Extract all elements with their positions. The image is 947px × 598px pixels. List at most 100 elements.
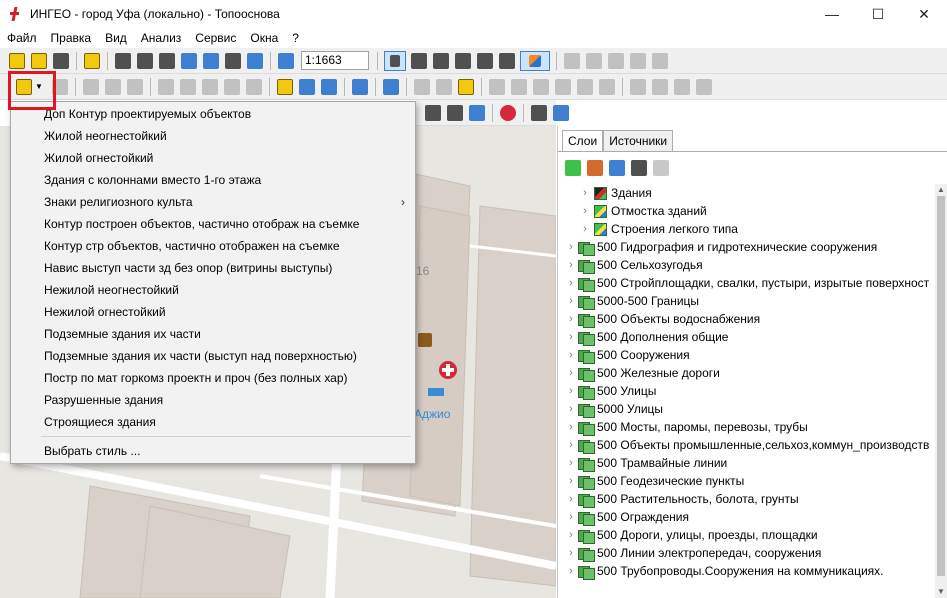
- expand-chevron-icon[interactable]: ›: [566, 565, 576, 577]
- expand-chevron-icon[interactable]: ›: [566, 439, 576, 451]
- layer-row[interactable]: › Отмостка зданий: [558, 202, 936, 220]
- arrows-icon[interactable]: [587, 160, 603, 176]
- expand-chevron-icon[interactable]: ›: [566, 547, 576, 559]
- properties-icon[interactable]: [320, 78, 337, 95]
- expand-chevron-icon[interactable]: ›: [566, 367, 576, 379]
- add-red-icon[interactable]: [500, 104, 516, 121]
- scroll-up-icon[interactable]: ▲: [935, 184, 947, 196]
- expand-chevron-icon[interactable]: ›: [566, 259, 576, 271]
- layer-row[interactable]: › 500 Растительность, болота, грунты: [558, 490, 936, 508]
- dropdown-item[interactable]: Здания с колоннами вместо 1-го этажа: [11, 169, 415, 191]
- hotel-bed-icon[interactable]: [428, 388, 444, 396]
- expand-chevron-icon[interactable]: ›: [566, 403, 576, 415]
- dropdown-item[interactable]: Жилой огнестойкий: [11, 147, 415, 169]
- expand-chevron-icon[interactable]: ›: [566, 385, 576, 397]
- undo-icon[interactable]: [351, 78, 368, 95]
- tab-sources[interactable]: Источники: [603, 130, 674, 152]
- pan-hand-icon[interactable]: [137, 52, 153, 69]
- dropdown-item[interactable]: Нежилой неогнестойкий: [11, 279, 415, 301]
- tab-layers[interactable]: Слои: [562, 130, 604, 152]
- expand-chevron-icon[interactable]: ›: [566, 529, 576, 541]
- dropdown-item[interactable]: Жилой неогнестойкий: [11, 125, 415, 147]
- layer-row[interactable]: › 500 Мосты, паромы, перевозы, трубы: [558, 418, 936, 436]
- dropdown-item[interactable]: Контур построен объектов, частично отобр…: [11, 213, 415, 235]
- menu-file[interactable]: Файл: [0, 31, 44, 45]
- help-icon[interactable]: [469, 104, 485, 121]
- north-arrow-icon[interactable]: [425, 104, 441, 121]
- expand-chevron-icon[interactable]: ›: [566, 331, 576, 343]
- dropdown-item[interactable]: Нежилой огнестойкий: [11, 301, 415, 323]
- style-dropdown-button[interactable]: [520, 50, 550, 71]
- dropdown-item[interactable]: Подземные здания их части: [11, 323, 415, 345]
- dropdown-item[interactable]: Навис выступ части зд без опор (витрины …: [11, 257, 415, 279]
- gear-icon[interactable]: [653, 160, 669, 176]
- dropdown-item[interactable]: Разрушенные здания: [11, 389, 415, 411]
- dropdown-item[interactable]: Строящиеся здания: [11, 411, 415, 433]
- layer-row[interactable]: › 500 Улицы: [558, 382, 936, 400]
- insert-object-icon[interactable]: [276, 78, 293, 95]
- help-cursor-icon[interactable]: [382, 78, 399, 95]
- copy-layer-icon[interactable]: [609, 160, 625, 176]
- menu-help[interactable]: ?: [285, 31, 306, 45]
- dropdown-item[interactable]: Доп Контур проектируемых объектов: [11, 103, 415, 125]
- expand-chevron-icon[interactable]: ›: [566, 493, 576, 505]
- layer-row[interactable]: › 500 Геодезические пункты: [558, 472, 936, 490]
- menu-edit[interactable]: Правка: [44, 31, 99, 45]
- menu-view[interactable]: Вид: [98, 31, 134, 45]
- layer-row[interactable]: › 500 Ограждения: [558, 508, 936, 526]
- layer-row[interactable]: › 500 Трубопроводы.Сооружения на коммуник…: [558, 562, 936, 580]
- table-icon[interactable]: [298, 78, 315, 95]
- open-folder-icon[interactable]: [9, 52, 25, 69]
- zoom-extent-icon[interactable]: [115, 52, 131, 69]
- dropdown-item-submenu[interactable]: Знаки религиозного культа ›: [11, 191, 415, 213]
- layer-row[interactable]: › 500 Сооружения: [558, 346, 936, 364]
- expand-chevron-icon[interactable]: ›: [566, 511, 576, 523]
- layers-icon[interactable]: [53, 52, 69, 69]
- book-shop-icon[interactable]: [418, 333, 432, 347]
- height-icon[interactable]: [447, 104, 463, 121]
- select-arrow-button[interactable]: [384, 50, 406, 71]
- expand-chevron-icon[interactable]: ›: [580, 187, 590, 199]
- zoom-out-icon[interactable]: [203, 52, 219, 69]
- expand-chevron-icon[interactable]: ›: [566, 421, 576, 433]
- layer-row[interactable]: › 5000 Улицы: [558, 400, 936, 418]
- menu-service[interactable]: Сервис: [188, 31, 243, 45]
- layer-settings-icon[interactable]: [565, 160, 581, 176]
- layer-row[interactable]: › 500 Железные дороги: [558, 364, 936, 382]
- layer-row[interactable]: › 5000-500 Границы: [558, 292, 936, 310]
- layer-row[interactable]: › 500 Линии электропередач, сооружения: [558, 544, 936, 562]
- scale-icon[interactable]: [278, 52, 294, 69]
- expand-chevron-icon[interactable]: ›: [566, 313, 576, 325]
- expand-chevron-icon[interactable]: ›: [566, 277, 576, 289]
- layer-row[interactable]: › 500 Объекты промышленные,сельхоз,коммун…: [558, 436, 936, 454]
- layer-row[interactable]: › 500 Дополнения общие: [558, 328, 936, 346]
- menu-windows[interactable]: Окна: [243, 31, 285, 45]
- vertical-scrollbar[interactable]: ▲ ▼: [935, 184, 947, 598]
- layer-row[interactable]: › 500 Сельхозугодья: [558, 256, 936, 274]
- scroll-down-icon[interactable]: ▼: [935, 586, 947, 598]
- select-style-item[interactable]: Выбрать стиль ...: [11, 440, 415, 462]
- expand-chevron-icon[interactable]: ›: [566, 457, 576, 469]
- expand-chevron-icon[interactable]: ›: [566, 295, 576, 307]
- expand-chevron-icon[interactable]: ›: [566, 475, 576, 487]
- menu-analysis[interactable]: Анализ: [134, 31, 189, 45]
- measure-icon[interactable]: [531, 104, 547, 121]
- expand-chevron-icon[interactable]: ›: [580, 223, 590, 235]
- object-yellow-icon[interactable]: [457, 78, 474, 95]
- expand-chevron-icon[interactable]: ›: [566, 241, 576, 253]
- layer-row[interactable]: › 500 Объекты водоснабжения: [558, 310, 936, 328]
- open-project-icon[interactable]: [31, 52, 47, 69]
- dropdown-item[interactable]: Подземные здания их части (выступ над по…: [11, 345, 415, 367]
- scroll-thumb[interactable]: [937, 196, 945, 576]
- select-all-icon[interactable]: [631, 160, 647, 176]
- zoom-fit-icon[interactable]: [225, 52, 241, 69]
- layer-row[interactable]: › 500 Трамвайные линии: [558, 454, 936, 472]
- layer-row[interactable]: › 500 Стройплощадки, свалки, пустыри, изр…: [558, 274, 936, 292]
- select-lasso-icon[interactable]: [455, 52, 471, 69]
- print-preview-icon[interactable]: [84, 52, 100, 69]
- scale-input[interactable]: 1:1663: [301, 51, 369, 70]
- layer-row[interactable]: › 500 Дороги, улицы, проезды, площадки: [558, 526, 936, 544]
- minimize-button[interactable]: —: [809, 0, 855, 28]
- select-add-icon[interactable]: [411, 52, 427, 69]
- layer-row[interactable]: › 500 Гидрография и гидротехнические соор…: [558, 238, 936, 256]
